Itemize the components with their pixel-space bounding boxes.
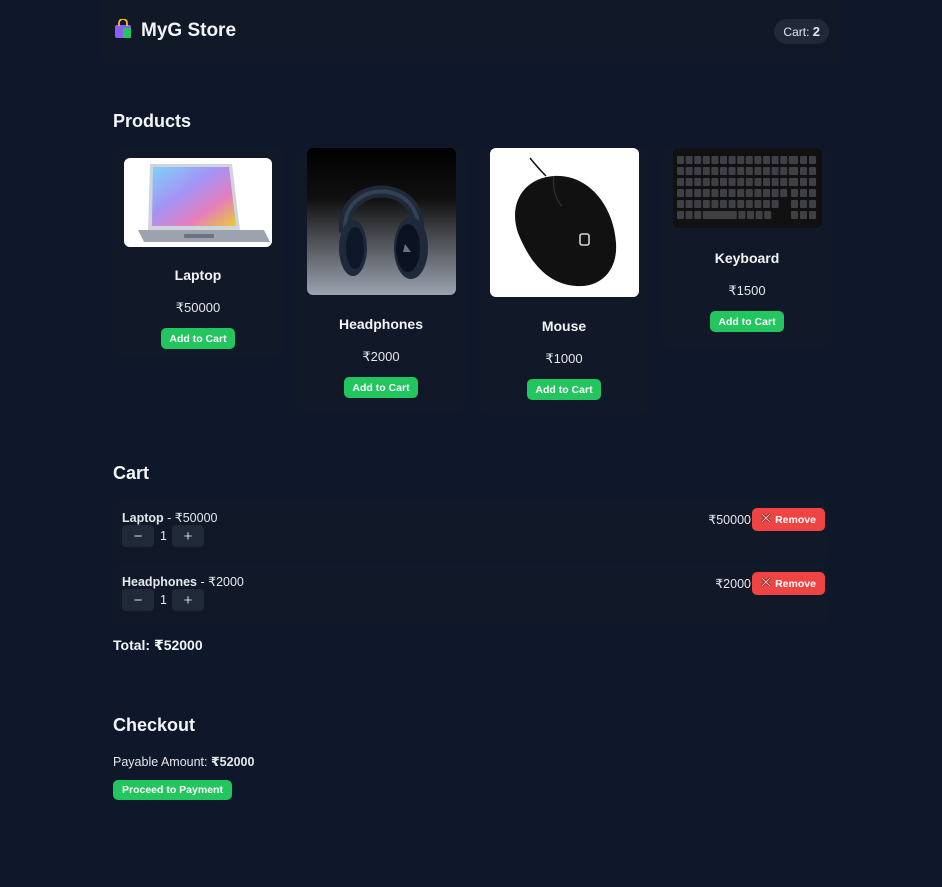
product-image-headphones <box>306 148 456 295</box>
cart-count-badge[interactable]: Cart: 2 <box>774 18 829 44</box>
proceed-to-payment-button[interactable]: Proceed to Payment <box>113 780 232 800</box>
cart-count-label: Cart: <box>783 24 810 39</box>
product-name: Headphones <box>338 316 423 332</box>
product-price: ₹1000 <box>545 351 583 366</box>
product-card-headphones: Headphones ₹2000 Add to Cart <box>296 148 466 412</box>
cross-mark-icon <box>761 577 771 590</box>
checkout-heading: Checkout <box>113 715 196 735</box>
quantity-stepper: − 1 + <box>122 525 204 547</box>
cart-item-name: Laptop <box>122 511 164 525</box>
product-card-keyboard: Keyboard ₹1500 Add to Cart <box>662 148 832 348</box>
quantity-value: 1 <box>160 529 167 543</box>
cart-item-label: Laptop - ₹50000 <box>122 510 218 525</box>
add-to-cart-button[interactable]: Add to Cart <box>710 311 784 332</box>
add-to-cart-button[interactable]: Add to Cart <box>527 379 601 400</box>
cart-item-total: ₹50000 <box>708 513 751 527</box>
quantity-stepper: − 1 + <box>122 589 204 611</box>
product-image-mouse <box>489 148 639 297</box>
decrease-quantity-button[interactable]: − <box>122 525 154 547</box>
cart-item-label: Headphones - ₹2000 <box>122 574 244 589</box>
remove-label: Remove <box>775 513 816 526</box>
cart-item-name: Headphones <box>122 575 198 589</box>
product-name: Keyboard <box>714 250 780 266</box>
add-to-cart-button[interactable]: Add to Cart <box>161 328 235 349</box>
cart-item-headphones: Headphones - ₹2000 − 1 + ₹2000 Remove <box>113 564 829 624</box>
cart-heading: Cart <box>113 463 150 483</box>
plus-icon: + <box>183 591 193 609</box>
payable-amount: Payable Amount: ₹52000 <box>113 754 254 769</box>
decrease-quantity-button[interactable]: − <box>122 589 154 611</box>
increase-quantity-button[interactable]: + <box>172 525 204 547</box>
minus-icon: − <box>133 591 143 609</box>
products-heading: Products <box>113 111 192 131</box>
cart-count-value: 2 <box>812 23 820 39</box>
brand[interactable]: MyG Store <box>113 17 237 44</box>
cart-item-total: ₹2000 <box>715 577 751 591</box>
add-to-cart-button[interactable]: Add to Cart <box>344 377 418 398</box>
payable-value: ₹52000 <box>210 755 255 769</box>
product-card-laptop: Laptop ₹50000 Add to Cart <box>113 148 283 356</box>
minus-icon: − <box>133 527 143 545</box>
payable-label: Payable Amount: <box>113 755 211 769</box>
store-title: MyG Store <box>141 20 237 41</box>
cart-total: Total: ₹52000 <box>113 637 203 653</box>
cart-item-actions: ₹2000 Remove <box>715 572 825 595</box>
cart-item-unit-price: - ₹50000 <box>163 511 218 525</box>
app-container: MyG Store Cart: 2 Products Laptop ₹50000… <box>101 0 841 800</box>
cross-mark-icon <box>761 513 771 526</box>
remove-button[interactable]: Remove <box>752 508 825 531</box>
remove-button[interactable]: Remove <box>752 572 825 595</box>
plus-icon: + <box>183 527 193 545</box>
quantity-value: 1 <box>160 593 167 607</box>
product-price: ₹50000 <box>175 300 221 315</box>
store-header: MyG Store Cart: 2 <box>101 0 841 62</box>
product-name: Laptop <box>174 267 222 283</box>
product-image-keyboard <box>672 148 822 228</box>
product-price: ₹2000 <box>362 349 400 364</box>
product-price: ₹1500 <box>728 283 766 298</box>
cart-item-laptop: Laptop - ₹50000 − 1 + ₹50000 Remove <box>113 500 829 560</box>
remove-label: Remove <box>775 577 816 590</box>
product-card-mouse: Mouse ₹1000 Add to Cart <box>479 148 649 414</box>
shopping-bag-icon <box>113 17 133 44</box>
product-image-laptop <box>124 158 272 247</box>
product-name: Mouse <box>541 318 587 334</box>
increase-quantity-button[interactable]: + <box>172 589 204 611</box>
cart-item-actions: ₹50000 Remove <box>708 508 825 531</box>
cart-item-unit-price: - ₹2000 <box>197 575 244 589</box>
